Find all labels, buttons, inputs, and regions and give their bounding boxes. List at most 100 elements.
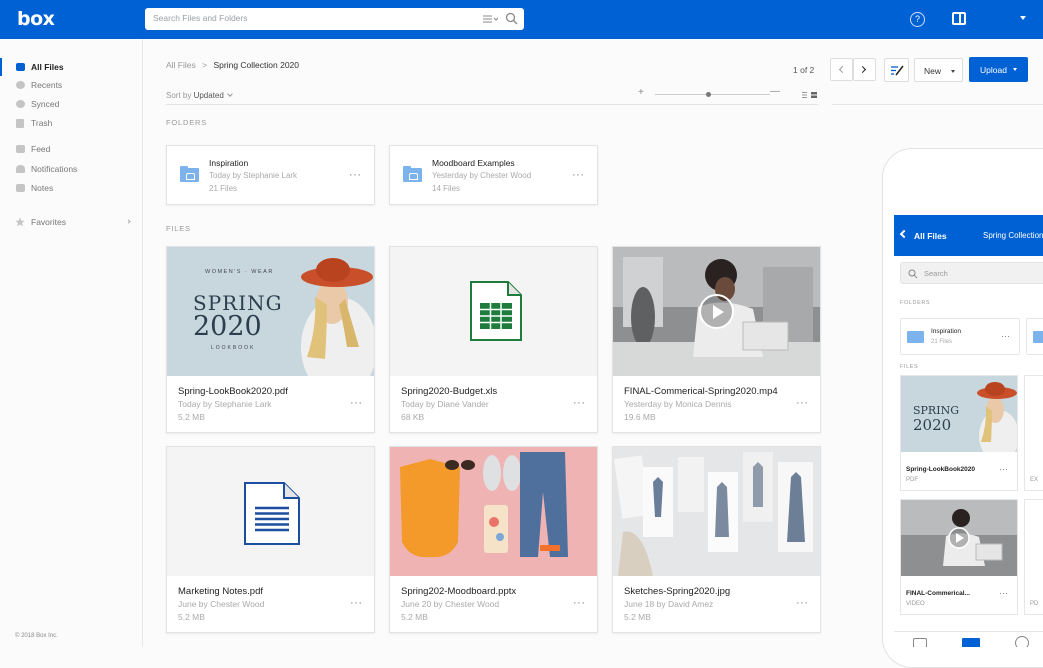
search-input[interactable]: Search Files and Folders — [153, 13, 248, 23]
divider — [832, 104, 1043, 105]
breadcrumb-root[interactable]: All Files — [166, 60, 196, 70]
phone-header: All Files Spring Collection 2020 — [894, 215, 1043, 256]
phone-title: Spring Collection 2020 — [983, 231, 1043, 240]
file-card[interactable]: FINAL-Commerical-Spring2020.mp4 Yesterda… — [612, 246, 821, 433]
file-size: 68 KB — [401, 412, 425, 422]
file-size: 5.2 MB — [401, 612, 428, 622]
list-view-icon[interactable] — [802, 92, 818, 98]
more-options-icon[interactable]: ··· — [350, 397, 363, 409]
file-name[interactable]: Spring202-Moodboard.pptx — [401, 586, 516, 597]
folder-name[interactable]: Moodboard Examples — [432, 158, 515, 168]
file-name[interactable]: FINAL-Commerical-Spring2020.mp4 — [624, 386, 778, 397]
shared-folder-icon — [403, 166, 422, 182]
phone-folder-card[interactable] — [1026, 318, 1043, 355]
phone-file-card[interactable]: EX — [1024, 375, 1043, 491]
search-bar[interactable]: Search Files and Folders — [145, 8, 524, 30]
next-page-button[interactable] — [853, 58, 876, 81]
phone-search-placeholder: Search — [924, 269, 948, 278]
sort-control[interactable]: Sort by Updated — [166, 91, 233, 100]
file-card[interactable]: Marketing Notes.pdf June by Chester Wood… — [166, 446, 375, 633]
sidebar-item-notifications[interactable]: Notifications — [0, 160, 143, 178]
folder-card[interactable]: Inspiration Today by Stephanie Lark 21 F… — [166, 145, 375, 205]
sidebar-item-recents[interactable]: Recents — [0, 76, 143, 94]
sidebar-item-trash[interactable]: Trash — [0, 114, 143, 132]
chevron-down-icon[interactable] — [226, 91, 233, 97]
sidebar-item-notes[interactable]: Notes — [0, 179, 143, 197]
phone-back-title[interactable]: All Files — [914, 231, 947, 241]
zoom-in-button[interactable]: + — [638, 87, 644, 98]
lookbook-line4: LOOKBOOK — [211, 345, 256, 351]
file-name[interactable]: Sketches-Spring2020.jpg — [624, 586, 730, 597]
more-options-icon[interactable]: ··· — [796, 597, 809, 609]
moodboard-thumbnail — [390, 447, 597, 576]
sidebar-item-synced[interactable]: Synced — [0, 95, 143, 113]
sidebar-item-all-files[interactable]: All Files — [0, 58, 143, 76]
file-card[interactable]: Sketches-Spring2020.jpg June 18 by David… — [612, 446, 821, 633]
file-name[interactable]: Spring-LookBook2020.pdf — [178, 386, 288, 397]
star-icon — [15, 217, 25, 227]
new-button[interactable]: New — [914, 58, 963, 82]
sketches-thumbnail — [613, 447, 820, 576]
phone-file-card[interactable]: PD — [1024, 499, 1043, 615]
back-chevron-icon[interactable] — [899, 229, 909, 239]
account-menu-chevron-down-icon[interactable] — [1020, 16, 1026, 20]
sort-value[interactable]: Updated — [194, 91, 224, 100]
box-logo[interactable]: box — [17, 8, 55, 30]
file-updated: Yesterday by Monica Dennis — [624, 399, 732, 409]
help-icon[interactable]: ? — [910, 12, 925, 27]
tab-info-icon[interactable] — [1015, 636, 1029, 647]
phone-search-input[interactable]: Search — [900, 262, 1043, 284]
prev-page-button[interactable] — [830, 58, 853, 81]
more-options-icon[interactable]: ··· — [796, 397, 809, 409]
file-size: 5.2 MB — [624, 612, 651, 622]
chevron-down-icon — [1013, 68, 1017, 71]
more-options-icon[interactable]: ··· — [350, 597, 363, 609]
more-options-icon[interactable]: ··· — [1001, 331, 1010, 341]
tab-home-icon[interactable] — [913, 638, 927, 647]
breadcrumb-separator: > — [202, 60, 208, 70]
more-options-icon[interactable]: ··· — [572, 169, 585, 181]
file-name[interactable]: Spring2020-Budget.xls — [401, 386, 497, 397]
file-card[interactable]: WOMEN'S · WEAR SPRING 2020 LOOKBOOK Spri… — [166, 246, 375, 433]
sidebar-item-favorites[interactable]: Favorites — [0, 213, 143, 231]
chevron-right-icon[interactable] — [126, 219, 131, 224]
shared-folder-icon — [907, 331, 924, 343]
file-card[interactable]: Spring202-Moodboard.pptx June 20 by Ches… — [389, 446, 598, 633]
sidebar-toggle-icon[interactable] — [952, 12, 966, 25]
edit-list-icon — [891, 65, 904, 76]
filter-icon[interactable] — [482, 13, 498, 25]
chevron-left-icon — [838, 65, 847, 74]
more-options-icon[interactable]: ··· — [573, 597, 586, 609]
folder-count: 14 Files — [432, 184, 461, 193]
more-options-icon[interactable]: ··· — [349, 169, 362, 181]
phone-file-card[interactable]: FINAL-Commerical... VIDEO ··· — [900, 499, 1018, 615]
zoom-slider[interactable] — [655, 94, 770, 95]
phone-folder-count: 21 Files — [931, 339, 953, 345]
upload-button[interactable]: Upload — [969, 57, 1028, 82]
folder-name[interactable]: Inspiration — [209, 158, 248, 168]
breadcrumb-current: Spring Collection 2020 — [213, 60, 300, 70]
lookbook-line1: WOMEN'S · WEAR — [205, 269, 274, 275]
divider — [166, 104, 818, 105]
notes-button[interactable] — [884, 58, 909, 82]
chevron-down-icon — [951, 70, 955, 73]
phone-file-card[interactable]: SPRING 2020 Spring-LookBook2020 PDF ··· — [900, 375, 1019, 491]
sidebar-item-label: Trash — [31, 118, 53, 128]
file-updated: June 18 by David Amez — [624, 599, 714, 609]
phone-screen: All Files Spring Collection 2020 Search … — [894, 215, 1043, 647]
search-icon[interactable] — [505, 12, 518, 25]
more-options-icon[interactable]: ··· — [999, 464, 1008, 474]
play-icon[interactable] — [699, 294, 734, 329]
zoom-out-button[interactable]: — — [770, 86, 780, 97]
file-card[interactable]: Spring2020-Budget.xls Today by Diane Van… — [389, 246, 598, 433]
more-options-icon[interactable]: ··· — [999, 588, 1008, 598]
more-options-icon[interactable]: ··· — [573, 397, 586, 409]
folder-card[interactable]: Moodboard Examples Yesterday by Chester … — [389, 145, 598, 205]
lookbook-image: WOMEN'S · WEAR SPRING 2020 LOOKBOOK — [167, 247, 374, 376]
tab-files-folder-icon[interactable] — [962, 638, 980, 647]
sidebar-item-feed[interactable]: Feed — [0, 140, 143, 158]
file-name[interactable]: Marketing Notes.pdf — [178, 586, 263, 597]
zoom-slider-handle[interactable] — [706, 92, 711, 97]
phone-folder-card[interactable]: Inspiration 21 Files ··· — [900, 318, 1020, 355]
sidebar-item-label: Recents — [31, 80, 63, 90]
